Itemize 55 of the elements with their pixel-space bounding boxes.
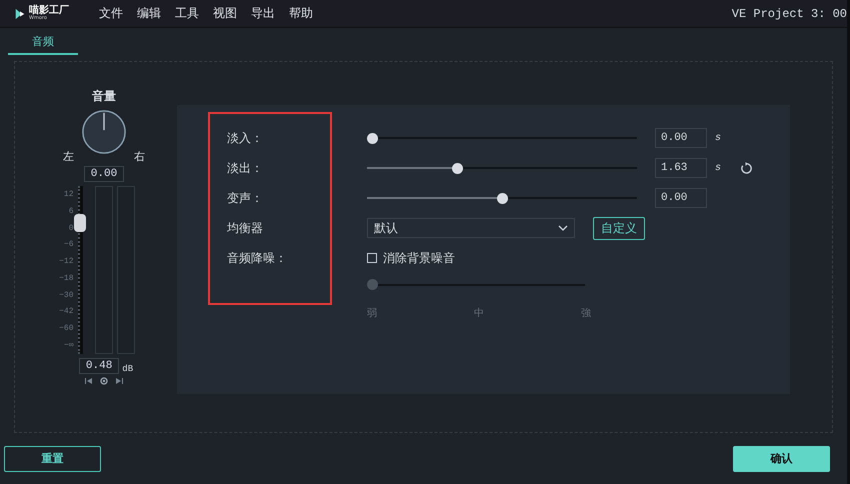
pan-value-field[interactable]: 0.00 [84,166,124,182]
scale-label: −60 [58,324,74,334]
strength-label: 強 [581,307,591,320]
setting-label: 淡入： [227,130,264,146]
equalizer-dropdown[interactable]: 默认 [367,218,575,238]
slider-thumb[interactable] [452,162,464,174]
volume-title: 音量 [92,88,116,105]
strength-label: 中 [474,306,484,320]
scale-label: −18 [58,274,74,283]
strength-label: 弱 [367,307,377,320]
customize-button[interactable]: 自定义 [593,216,645,240]
menu-item[interactable]: 文件 [99,5,123,22]
setting-label: 变声： [227,190,264,206]
confirm-button[interactable]: 确认 [733,446,830,472]
scale-label: 6 [68,206,74,216]
scale-label: −42 [58,307,74,316]
fader-handle[interactable] [74,214,86,232]
pan-left-label: 左 [63,149,74,164]
chevron-down-icon [558,225,568,231]
menu-item[interactable]: 视图 [213,5,237,22]
gain-value-field[interactable]: 0.48 [78,358,120,374]
menu-item[interactable]: 工具 [175,5,199,22]
previous-icon[interactable] [85,377,93,385]
scale-label: −∞ [62,340,74,350]
menu-item[interactable]: 编辑 [137,5,161,22]
setting-label: 音频降噪： [227,250,288,266]
tab[interactable]: 音频 [8,34,78,55]
logo-icon [14,6,26,20]
value-field[interactable]: 0.00 [655,128,707,148]
checkbox-label[interactable]: 消除背景噪音 [383,250,455,266]
unit-label: s [715,162,722,174]
value-field[interactable]: 0.00 [655,188,707,208]
scale-label: −6 [62,240,74,250]
menu-item[interactable]: 导出 [251,5,275,22]
slider-thumb[interactable] [496,192,508,204]
unit-label: s [715,132,722,144]
scale-label: −30 [58,290,74,300]
app-name: 喵影工厂 [29,6,69,16]
scale-label: 12 [62,190,74,199]
next-icon[interactable] [115,377,123,385]
checkbox[interactable] [367,253,377,263]
gain-unit: dB [122,364,134,374]
reset-button[interactable]: 重置 [4,446,101,472]
window-title: VE Project 3: 00 [732,6,847,20]
reset-icon[interactable] [739,162,752,174]
pan-knob[interactable] [81,109,127,155]
pan-right-label: 右 [134,149,145,164]
setting-label: 均衡器 [227,220,264,236]
scale-label: −12 [58,257,74,266]
scale-label: 0 [68,224,74,233]
slider-thumb[interactable] [367,132,378,144]
setting-label: 淡出： [227,160,264,176]
target-icon[interactable] [100,377,108,385]
value-field[interactable]: 1.63 [655,158,707,178]
menu-item[interactable]: 帮助 [289,5,313,22]
